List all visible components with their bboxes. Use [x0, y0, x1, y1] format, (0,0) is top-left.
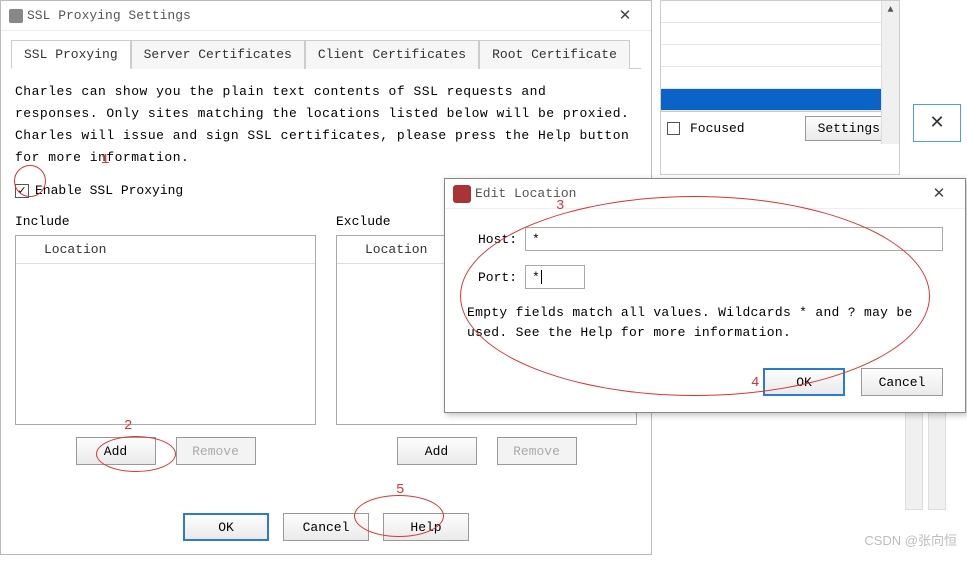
port-input[interactable]: * [525, 265, 585, 289]
watermark-text: CSDN @张向恒 [864, 530, 957, 549]
dialog-help-text: Empty fields match all values. Wildcards… [467, 303, 943, 342]
tab-client-certs[interactable]: Client Certificates [305, 40, 479, 69]
footer-buttons: OK Cancel Help [15, 513, 637, 555]
include-column: Include Location Add Remove [15, 208, 316, 465]
include-buttons: Add Remove [15, 437, 316, 465]
dialog-ok-button[interactable]: OK [763, 368, 845, 396]
list-item[interactable] [661, 1, 899, 23]
include-remove-button: Remove [176, 437, 256, 465]
close-icon[interactable]: ✕ [607, 3, 643, 29]
port-row: Port: * [467, 265, 943, 289]
cursor-icon [541, 270, 542, 284]
scrollbar[interactable]: ▲ [881, 1, 899, 144]
window-icon [9, 9, 23, 23]
include-location-header: Location [16, 236, 315, 264]
enable-ssl-label: Enable SSL Proxying [35, 183, 183, 198]
list-item[interactable] [661, 23, 899, 45]
close-button-float[interactable]: ✕ [913, 104, 961, 142]
main-cancel-button[interactable]: Cancel [283, 513, 369, 541]
port-label: Port: [467, 270, 517, 285]
focused-label: Focused [690, 121, 745, 136]
list-item[interactable] [661, 45, 899, 67]
exclude-remove-button: Remove [497, 437, 577, 465]
include-list[interactable]: Location [15, 235, 316, 425]
list-item[interactable] [661, 67, 899, 89]
dialog-close-icon[interactable]: ✕ [921, 181, 957, 207]
scrollbar-vertical[interactable] [905, 400, 923, 510]
host-row: Host: * [467, 227, 943, 251]
dialog-buttons: OK Cancel [445, 368, 965, 412]
focused-checkbox[interactable] [667, 122, 680, 135]
tab-ssl-proxying[interactable]: SSL Proxying [11, 40, 131, 69]
main-help-button[interactable]: Help [383, 513, 469, 541]
window-title: SSL Proxying Settings [23, 8, 607, 23]
settings-button[interactable]: Settings [805, 116, 893, 141]
include-add-button[interactable]: Add [76, 437, 156, 465]
scrollbar-vertical[interactable] [928, 400, 946, 510]
right-panel-footer: Focused Settings [661, 111, 899, 145]
exclude-buttons: Add Remove [336, 437, 637, 465]
list-item-selected[interactable] [661, 89, 899, 111]
edit-location-dialog: Edit Location ✕ Host: * Port: * Empty fi… [444, 178, 966, 413]
dialog-form: Host: * Port: * Empty fields match all v… [445, 209, 965, 368]
right-panel: ▲ Focused Settings [660, 0, 900, 175]
tab-server-certs[interactable]: Server Certificates [131, 40, 305, 69]
dialog-titlebar: Edit Location ✕ [445, 179, 965, 209]
main-ok-button[interactable]: OK [183, 513, 269, 541]
exclude-add-button[interactable]: Add [397, 437, 477, 465]
tab-bar: SSL Proxying Server Certificates Client … [1, 31, 651, 68]
port-value: * [532, 270, 540, 285]
enable-ssl-checkbox[interactable]: ✓ [15, 184, 29, 198]
include-heading: Include [15, 214, 316, 229]
description-text: Charles can show you the plain text cont… [15, 81, 637, 169]
dialog-title: Edit Location [471, 186, 921, 201]
scroll-up-icon[interactable]: ▲ [882, 1, 899, 19]
host-label: Host: [467, 232, 517, 247]
host-input[interactable]: * [525, 227, 943, 251]
dialog-cancel-button[interactable]: Cancel [861, 368, 943, 396]
dialog-icon [453, 185, 471, 203]
tab-root-cert[interactable]: Root Certificate [479, 40, 630, 69]
window-titlebar: SSL Proxying Settings ✕ [1, 1, 651, 31]
